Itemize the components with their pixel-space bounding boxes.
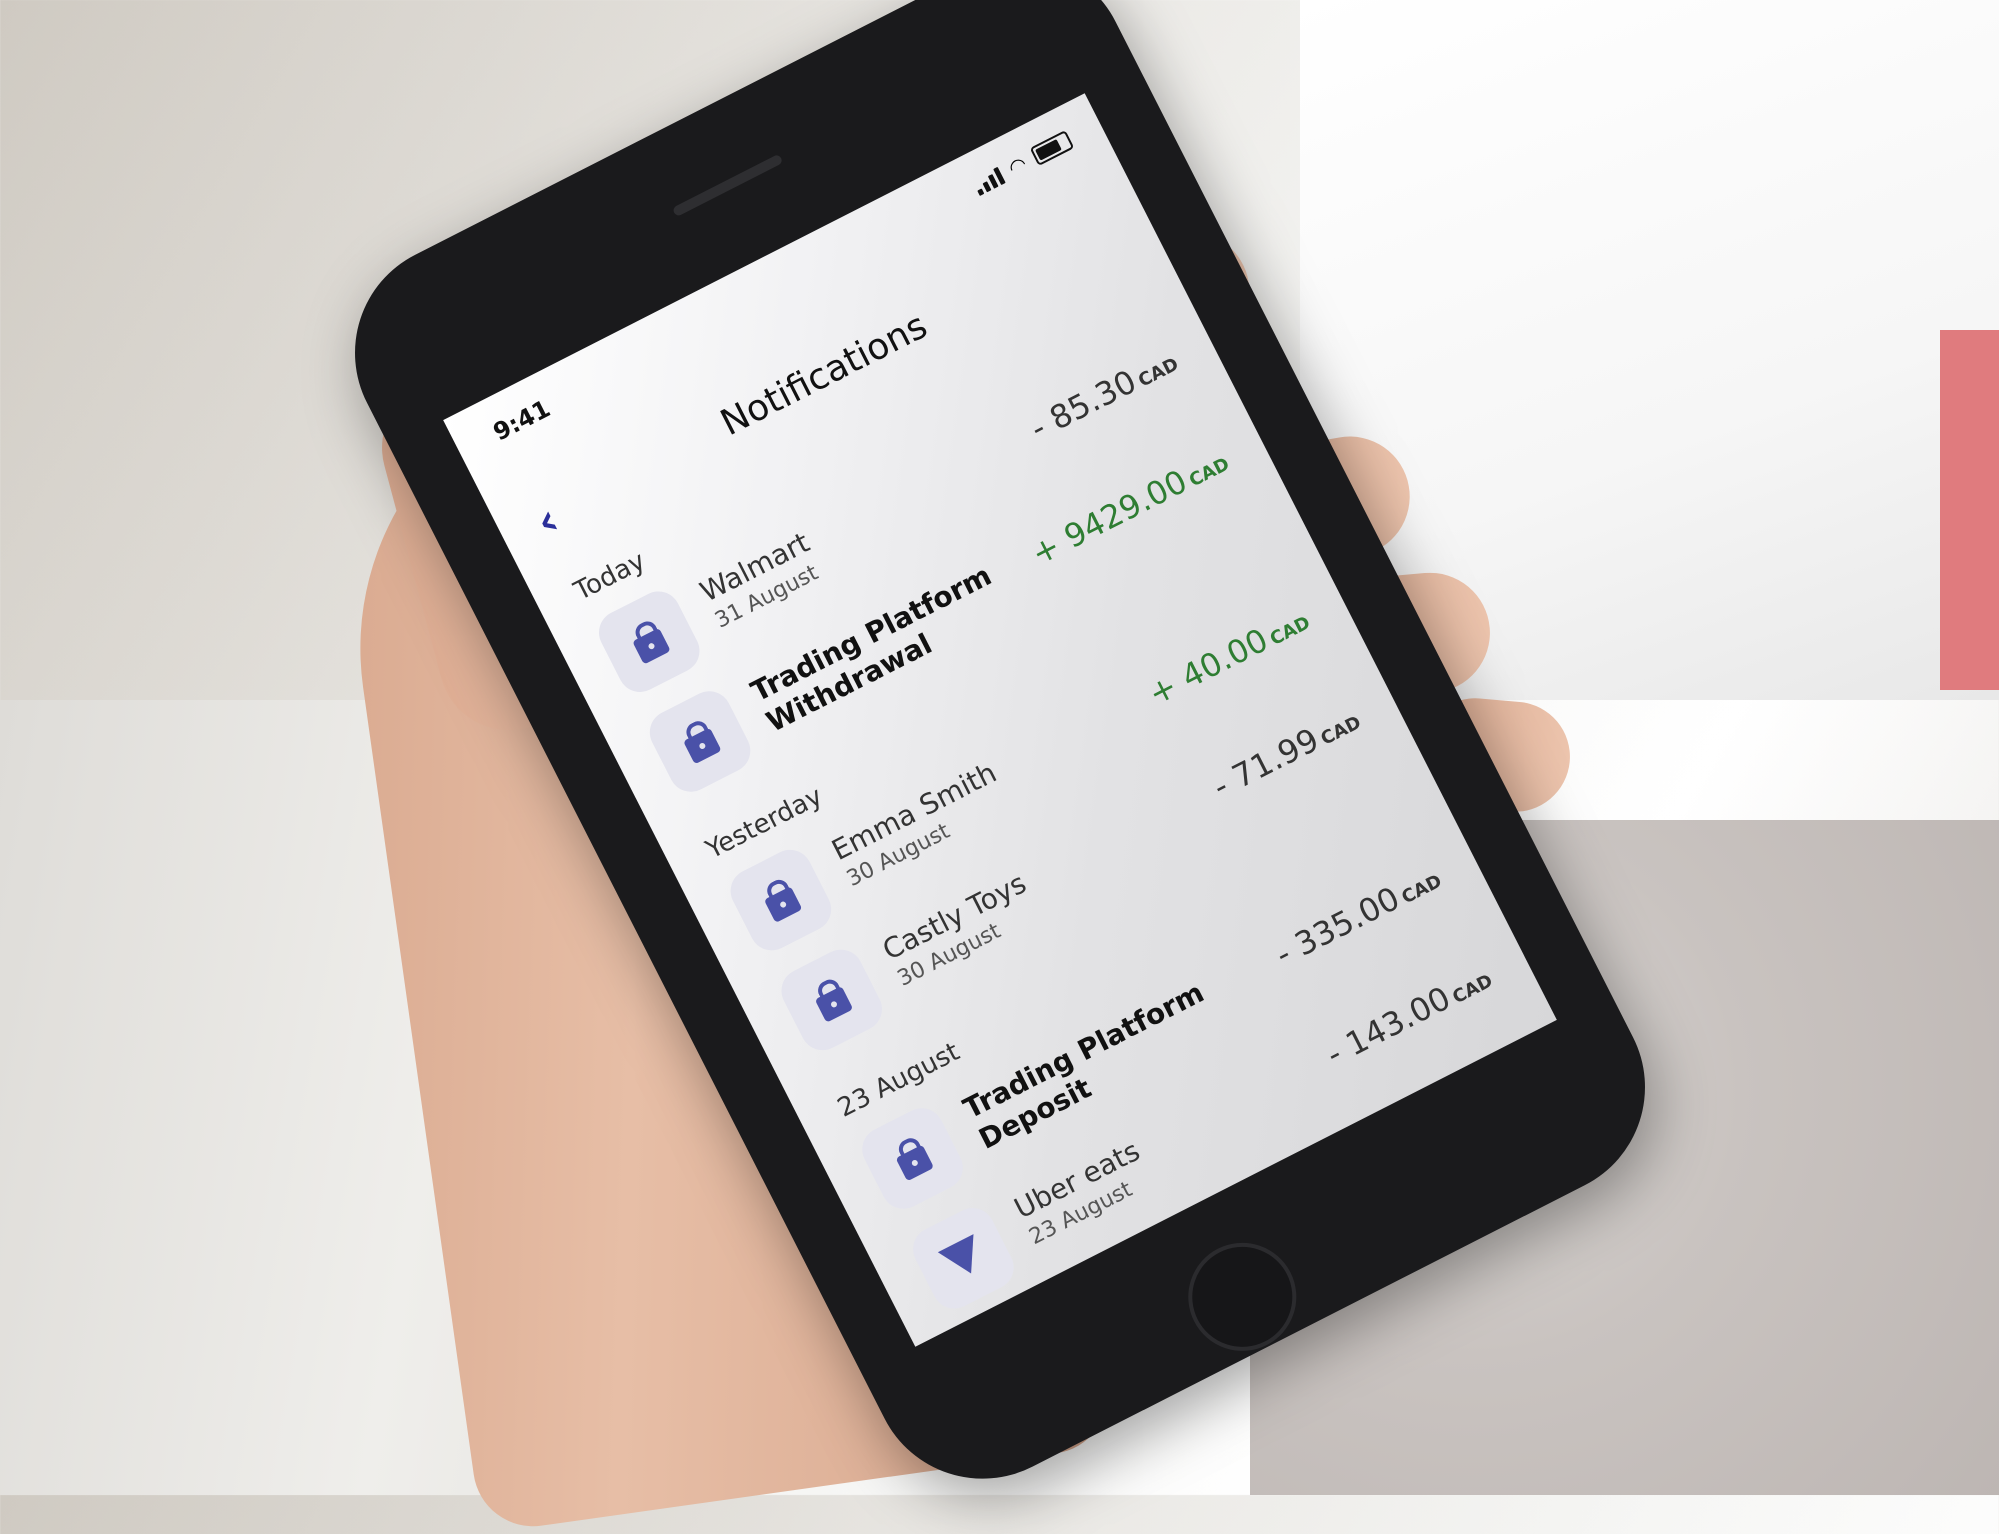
shopping-bag-icon: [814, 985, 854, 1023]
item-amount: - 85.30CAD: [1024, 353, 1183, 448]
icon-container: [642, 683, 758, 800]
shopping-bag-icon: [632, 627, 671, 665]
item-amount: - 335.00CAD: [1269, 870, 1446, 974]
icon-container: [723, 842, 839, 958]
shopping-bag-icon: [683, 727, 722, 765]
status-icons: ◠: [970, 128, 1076, 198]
signal-icon: [970, 165, 1006, 197]
icon-container: [773, 942, 890, 1058]
wifi-icon: ◠: [1004, 150, 1031, 181]
icon-container: [854, 1100, 971, 1217]
icon-container: [905, 1200, 1022, 1317]
battery-icon: [1029, 130, 1075, 167]
shopping-bag-icon: [997, 1344, 1036, 1347]
shopping-bag-icon: [763, 886, 803, 923]
item-date: 23 August: [1076, 1276, 1188, 1347]
icon-container: [591, 583, 708, 700]
earpiece: [671, 153, 784, 218]
status-time: 9:41: [488, 394, 555, 447]
item-amount: + 40.00CAD: [1142, 612, 1314, 713]
background-red-object: [1940, 330, 1999, 690]
pizza-slice-icon: [937, 1234, 989, 1283]
shopping-bag-icon: [895, 1144, 935, 1182]
